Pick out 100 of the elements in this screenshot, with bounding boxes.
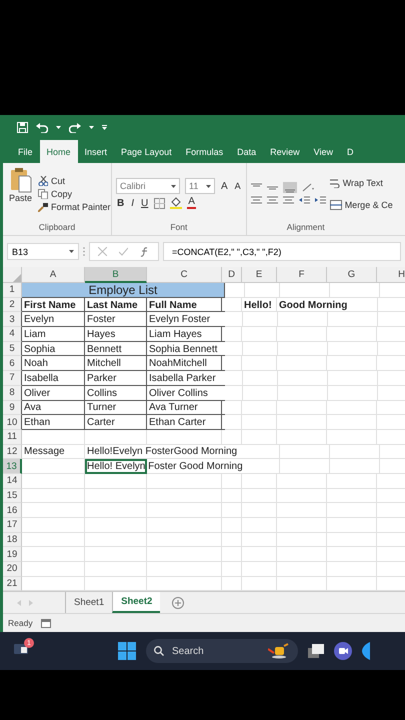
bold-button[interactable]: B xyxy=(116,198,126,208)
function-icon[interactable] xyxy=(140,246,150,256)
orientation-icon xyxy=(302,183,314,192)
column-header[interactable]: H xyxy=(377,267,405,283)
table-cell-text: Turner xyxy=(86,401,118,416)
row-header[interactable]: 9 xyxy=(3,400,22,416)
row-header[interactable]: 10 xyxy=(3,415,22,430)
row-header[interactable]: 16 xyxy=(3,503,22,518)
row-header[interactable]: 13 xyxy=(3,459,22,474)
group-label: Alignment xyxy=(286,222,326,234)
table-cell-text: Isabella Parker xyxy=(148,372,217,386)
add-sheet-icon[interactable] xyxy=(172,596,184,609)
table-cell-text: Hello! xyxy=(243,298,273,312)
column-header[interactable]: E xyxy=(242,267,277,283)
ribbon-tab[interactable]: File xyxy=(11,140,40,163)
redo-icon[interactable] xyxy=(69,122,81,132)
underline-button[interactable]: U xyxy=(140,198,150,208)
table-cell-text: Ava xyxy=(23,401,42,416)
table-cell-text: Hayes xyxy=(86,328,116,342)
chat-app-icon[interactable] xyxy=(334,642,352,660)
clipboard-command[interactable]: Cut xyxy=(38,176,111,186)
clipboard-command[interactable]: Format Painter xyxy=(38,202,111,212)
row-header[interactable]: 17 xyxy=(3,518,22,533)
widgets-icon[interactable] xyxy=(14,642,28,654)
sheet-tab[interactable]: Sheet2 xyxy=(112,592,160,614)
column-header[interactable]: C xyxy=(147,267,222,283)
row-header[interactable]: 15 xyxy=(3,488,22,504)
row-header[interactable]: 11 xyxy=(3,430,22,445)
wrap-text-button[interactable]: Wrap Text xyxy=(330,178,393,188)
table-cell-text: Oliver xyxy=(23,386,52,400)
clipboard-icon xyxy=(10,167,32,193)
merge-button[interactable]: Merge & Ce xyxy=(330,200,393,210)
copy-icon xyxy=(38,188,48,198)
table-cell-text: Sophia Bennett xyxy=(148,342,218,356)
row-header[interactable]: 21 xyxy=(3,576,22,592)
paste-button[interactable]: Paste xyxy=(7,165,34,222)
row-header[interactable]: 19 xyxy=(3,547,22,562)
table-cell-text: Last Name xyxy=(86,298,139,312)
ribbon-tab[interactable]: Page Layout xyxy=(114,140,179,163)
row-header[interactable]: 12 xyxy=(3,444,22,460)
grow-font-button[interactable]: A xyxy=(220,180,229,192)
ribbon-tab[interactable]: Data xyxy=(230,140,264,163)
app-icon[interactable] xyxy=(362,642,370,660)
windows-start-icon[interactable] xyxy=(118,642,136,660)
table-cell-text: Bennett xyxy=(86,342,122,356)
ribbon-tab[interactable]: Home xyxy=(40,140,78,163)
row-header[interactable]: 4 xyxy=(3,327,22,342)
task-view-icon[interactable] xyxy=(308,644,324,658)
undo-icon[interactable] xyxy=(36,122,48,132)
borders-icon[interactable] xyxy=(154,198,166,208)
font-color-button[interactable]: A xyxy=(187,197,196,209)
row-header[interactable]: 18 xyxy=(3,532,22,548)
table-cell-text: Hello!Evelyn FosterGood Morning xyxy=(86,445,238,460)
table-cell-text: Noah xyxy=(23,357,49,372)
group-label: Font xyxy=(169,222,188,234)
row-header[interactable]: 14 xyxy=(3,474,22,489)
name-box[interactable]: B13 xyxy=(7,243,79,260)
scissors-icon xyxy=(38,176,48,186)
formula-field[interactable]: =CONCAT(E2," ",C3," ",F2) xyxy=(163,242,401,261)
table-cell-text: Collins xyxy=(86,386,118,400)
row-header[interactable]: 3 xyxy=(3,312,22,328)
column-header[interactable]: D xyxy=(222,267,242,283)
column-header[interactable]: G xyxy=(327,267,377,283)
caret-icon[interactable] xyxy=(89,126,94,130)
row-header[interactable]: 2 xyxy=(3,298,22,312)
column-header[interactable]: B xyxy=(85,267,147,283)
row-header[interactable]: 7 xyxy=(3,371,22,386)
active-cell-outline[interactable] xyxy=(85,459,147,474)
ribbon-tab[interactable]: Review xyxy=(263,140,307,163)
check-icon[interactable] xyxy=(119,247,128,256)
customize-caret-icon[interactable] xyxy=(102,125,107,130)
macro-icon[interactable] xyxy=(40,618,51,628)
search-field[interactable]: Search xyxy=(146,639,298,664)
merge-icon xyxy=(330,200,342,210)
row-header[interactable]: 5 xyxy=(3,342,22,356)
table-cell-text: Liam Hayes xyxy=(148,328,203,342)
ribbon-tab[interactable]: Insert xyxy=(78,140,114,163)
table-cell-text: Parker xyxy=(86,372,118,386)
row-header[interactable]: 8 xyxy=(3,386,22,400)
row-header[interactable]: 20 xyxy=(3,562,22,577)
table-cell-text: Carter xyxy=(86,416,116,430)
shrink-font-button[interactable]: A xyxy=(234,181,242,191)
font-size-field[interactable]: 11 xyxy=(185,178,215,194)
column-header[interactable]: A xyxy=(22,267,85,283)
ribbon-tab[interactable]: Formulas xyxy=(178,140,230,163)
fill-color-icon[interactable] xyxy=(170,197,182,209)
table-cell-text: Ethan xyxy=(23,416,52,430)
column-header[interactable]: F xyxy=(277,267,327,283)
paintbrush-icon xyxy=(38,202,48,212)
save-icon[interactable] xyxy=(17,122,28,133)
ribbon-tab[interactable]: D xyxy=(340,140,360,163)
align-right-icon xyxy=(282,196,294,205)
caret-icon[interactable] xyxy=(56,126,61,130)
ribbon-tab[interactable]: View xyxy=(306,140,340,163)
row-header[interactable]: 1 xyxy=(3,283,22,298)
align-left-icon xyxy=(250,196,262,205)
font-name-field[interactable]: Calibri xyxy=(116,178,180,194)
row-header[interactable]: 6 xyxy=(3,356,22,372)
clipboard-command[interactable]: Copy xyxy=(38,188,111,198)
italic-button[interactable]: I xyxy=(130,198,136,208)
